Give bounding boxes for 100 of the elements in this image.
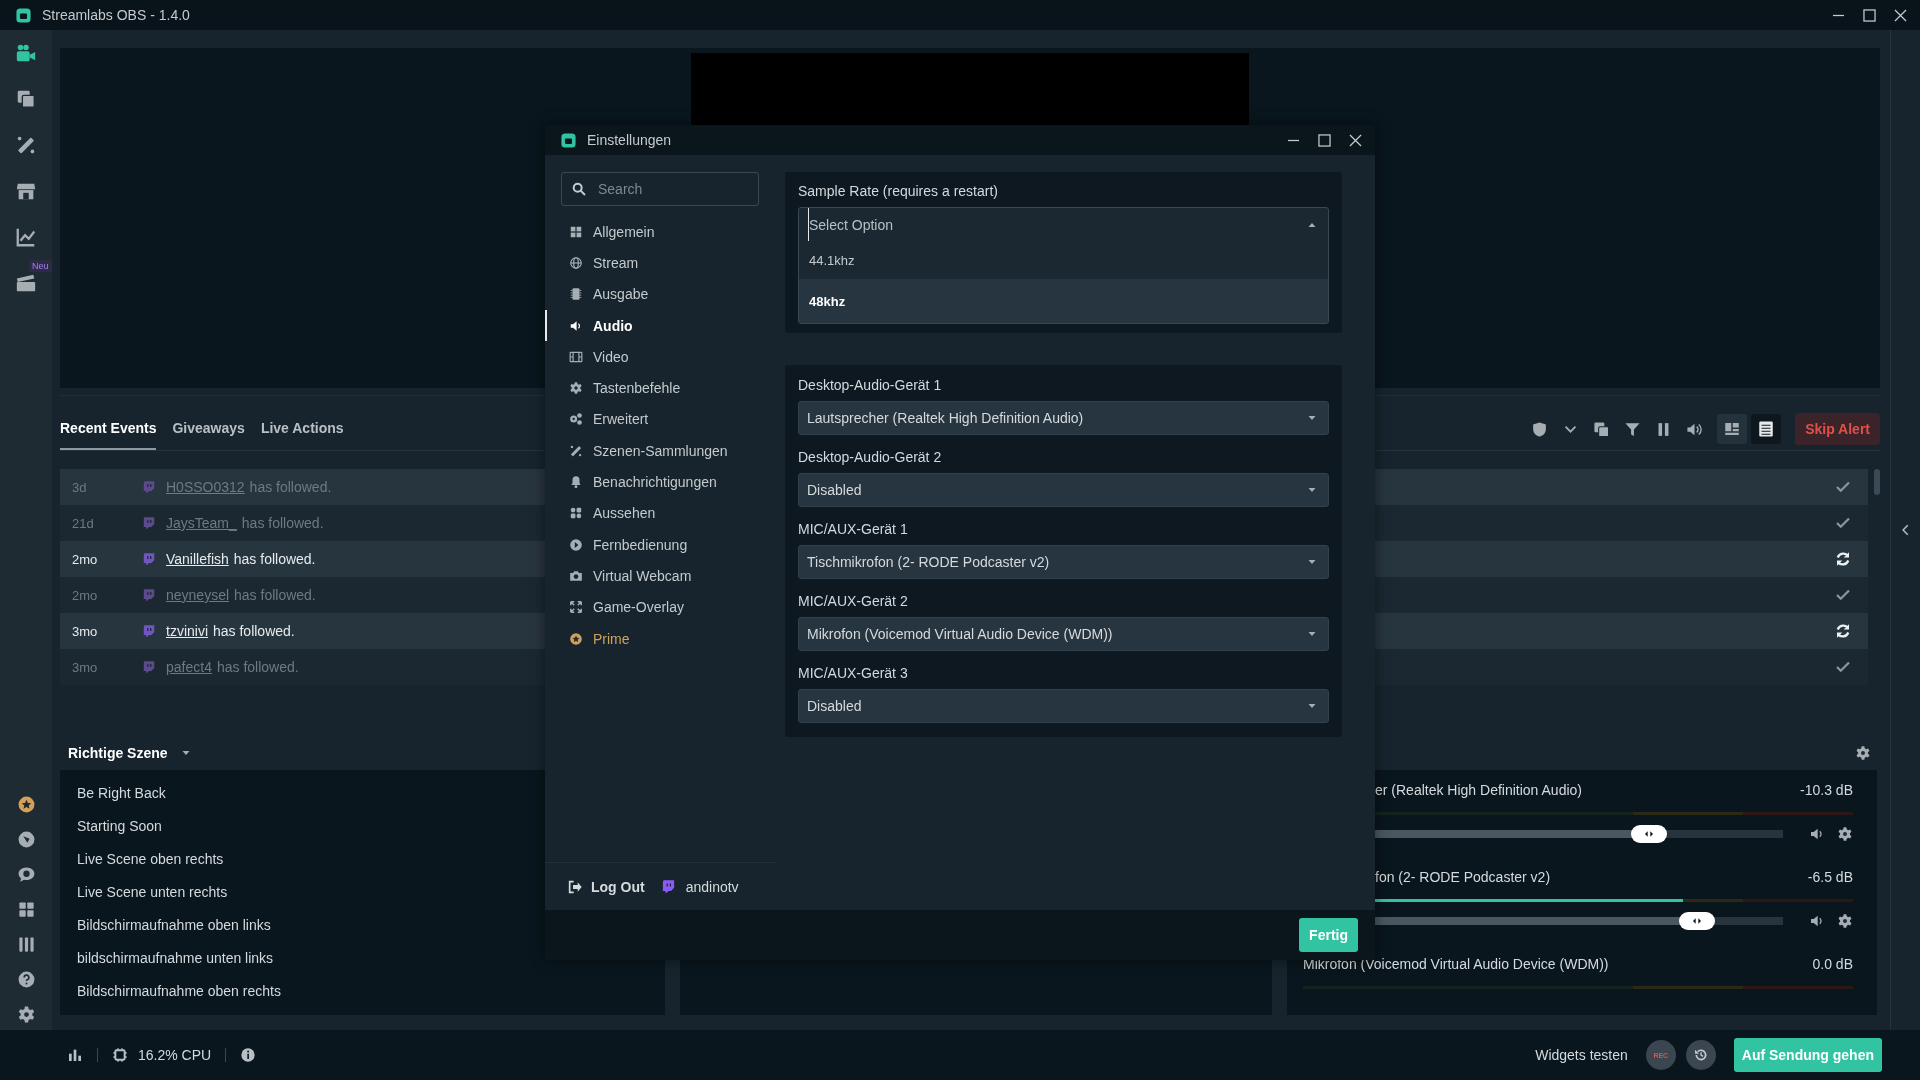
clapperboard-icon[interactable] <box>15 272 37 294</box>
magic-wand-icon[interactable] <box>15 134 37 156</box>
select-field[interactable]: Mikrofon (Voicemod Virtual Audio Device (WDM)) <box>798 617 1329 651</box>
settings-nav-item[interactable]: Game-Overlay <box>545 591 775 623</box>
shapes-icon <box>569 506 583 521</box>
volume-reading: -10.3 dB <box>1800 782 1853 798</box>
settings-nav-item[interactable]: Allgemein <box>545 216 775 248</box>
select-field[interactable]: Disabled <box>798 473 1329 507</box>
window-title: Streamlabs OBS - 1.4.0 <box>42 7 190 23</box>
settings-nav-item[interactable]: Fernbedienung <box>545 528 775 561</box>
volume-reading: -6.5 dB <box>1807 869 1853 885</box>
star-badge-icon[interactable] <box>16 795 36 814</box>
select-field[interactable]: Tischmikrofon (2- RODE Podcaster v2) <box>798 545 1329 579</box>
widgets-test-link[interactable]: Widgets testen <box>1535 1047 1628 1063</box>
log-out-button[interactable]: Log Out <box>567 878 645 895</box>
field-label: MIC/AUX-Gerät 3 <box>798 665 909 681</box>
event-time: 21d <box>72 515 95 531</box>
new-badge: Neu <box>29 260 52 272</box>
filter-icon[interactable] <box>1624 420 1642 438</box>
event-time: 2mo <box>72 551 99 567</box>
cpu-usage: 16.2% CPU <box>138 1047 212 1063</box>
stats-icon[interactable] <box>67 1047 83 1063</box>
settings-nav-item[interactable]: Szenen-Sammlungen <box>545 435 775 467</box>
cpu-icon <box>112 1047 128 1063</box>
settings-icon[interactable] <box>1855 744 1871 761</box>
skip-alert-button[interactable]: Skip Alert <box>1795 413 1880 445</box>
settings-nav-item[interactable]: Prime <box>545 622 775 655</box>
field-label: MIC/AUX-Gerät 1 <box>798 521 909 537</box>
scene-item[interactable]: Bildschirmaufnahme oben rechts <box>77 974 665 1007</box>
scrollbar[interactable] <box>1874 469 1880 495</box>
info-icon[interactable] <box>240 1047 257 1063</box>
chart-icon[interactable] <box>15 226 37 248</box>
grid-icon[interactable] <box>16 900 36 919</box>
tab[interactable]: Giveaways <box>172 408 245 450</box>
settings-nav-item[interactable]: Stream <box>545 247 775 279</box>
layers-icon[interactable] <box>15 88 37 110</box>
select-field[interactable]: Lautsprecher (Realtek High Definition Audio) <box>798 401 1329 435</box>
compass-icon[interactable] <box>16 830 36 849</box>
help-icon[interactable] <box>16 970 36 989</box>
speaker-icon[interactable] <box>1809 826 1825 842</box>
settings-nav-item[interactable]: Benachrichtigungen <box>545 466 775 498</box>
settings-icon[interactable] <box>1837 913 1853 929</box>
tab[interactable]: Live Actions <box>260 408 344 450</box>
settings-nav-item[interactable]: Aussehen <box>545 497 775 529</box>
settings-nav-item[interactable]: Ausgabe <box>545 278 775 310</box>
settings-nav-item[interactable]: Erweitert <box>545 403 775 436</box>
tab[interactable]: Recent Events <box>60 408 157 450</box>
repeat-icon[interactable] <box>1834 550 1852 568</box>
speaker-icon[interactable] <box>1809 913 1825 929</box>
event-text: has followed. <box>233 551 316 567</box>
chat-icon[interactable] <box>16 865 36 884</box>
dropdown-option[interactable]: 48khz <box>799 279 1328 323</box>
expand-icon <box>569 600 583 615</box>
app-logo-icon <box>560 131 577 149</box>
settings-nav-item[interactable]: Video <box>545 341 775 373</box>
copy-icon[interactable] <box>1593 420 1611 438</box>
audio-source-name: er (Realtek High Definition Audio) <box>1375 782 1582 798</box>
twitch-icon <box>142 660 156 674</box>
select-field[interactable]: Select Option <box>808 208 1328 241</box>
volume-slider-handle[interactable] <box>1630 825 1667 843</box>
chip-icon <box>569 287 583 302</box>
settings-icon[interactable] <box>1837 826 1853 842</box>
settings-icon[interactable] <box>16 1005 36 1024</box>
twitch-icon <box>142 624 156 638</box>
list-view-button[interactable] <box>1751 414 1782 444</box>
username-link[interactable]: tzvinivi <box>166 623 208 639</box>
dialog-title: Einstellungen <box>587 132 672 148</box>
event-time: 3mo <box>72 659 99 675</box>
app-logo-icon <box>15 6 32 24</box>
tiles-icon <box>1723 420 1742 438</box>
search-icon <box>571 181 587 197</box>
gears-icon <box>569 412 583 427</box>
repeat-icon[interactable] <box>1834 622 1852 640</box>
shield-icon[interactable] <box>1531 420 1549 438</box>
field-label: Sample Rate (requires a restart) <box>798 183 999 199</box>
film-icon <box>569 349 583 364</box>
username-link[interactable]: Vanillefish <box>166 551 229 567</box>
event-text: has followed. <box>241 515 324 531</box>
field-label: Desktop-Audio-Gerät 1 <box>798 377 943 393</box>
settings-nav-item[interactable]: Audio <box>545 309 775 342</box>
settings-nav-item[interactable]: Tastenbefehle <box>545 372 775 404</box>
replay-button[interactable] <box>1685 1040 1716 1070</box>
field-label: MIC/AUX-Gerät 2 <box>798 593 909 609</box>
select-field[interactable]: Disabled <box>798 689 1329 723</box>
event-text: has followed. <box>213 623 295 639</box>
columns-icon[interactable] <box>16 935 36 954</box>
volume-reading: 0.0 dB <box>1812 956 1853 972</box>
event-time: 3d <box>72 479 88 495</box>
dropdown-option[interactable]: 44.1khz <box>799 241 1328 279</box>
video-camera-icon[interactable] <box>15 42 37 64</box>
tile-view-button[interactable] <box>1717 414 1748 444</box>
twitch-icon <box>142 516 156 530</box>
scene-collection-title[interactable]: Richtige Szene <box>68 744 168 761</box>
volume-slider-handle[interactable] <box>1678 912 1715 930</box>
globe-icon <box>569 255 583 270</box>
speaker-icon <box>569 318 583 333</box>
grid-icon <box>569 224 583 239</box>
settings-nav-item[interactable]: Virtual Webcam <box>545 560 775 592</box>
search-field[interactable]: Search <box>561 172 759 206</box>
twitch-icon <box>142 552 156 566</box>
